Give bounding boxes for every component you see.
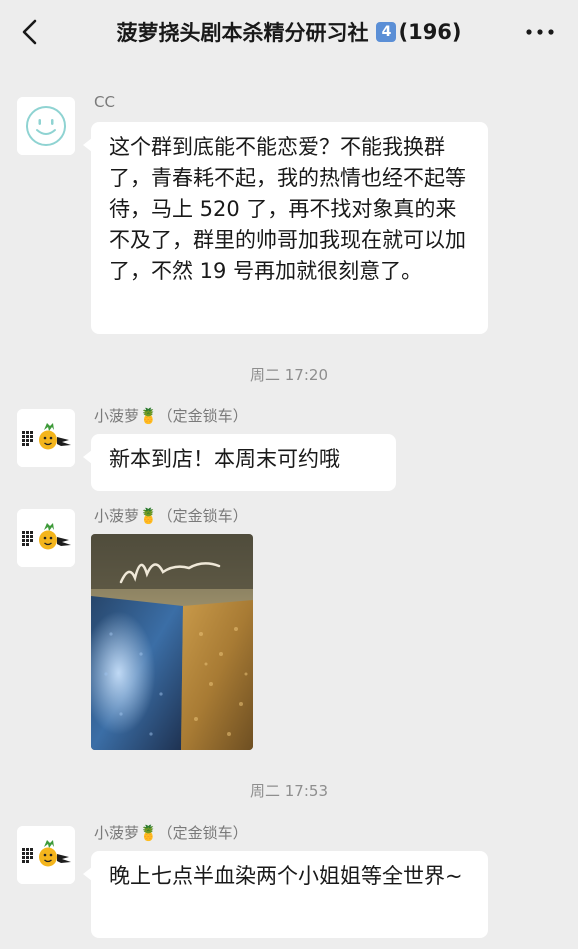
sender-name: 小菠萝🍍（定金锁车） bbox=[94, 407, 248, 425]
timestamp: 周二 17:20 bbox=[250, 366, 328, 384]
sender-name: 小菠萝🍍（定金锁车） bbox=[94, 507, 248, 525]
image-message[interactable] bbox=[91, 534, 253, 750]
more-options-button[interactable] bbox=[522, 16, 558, 48]
chat-title-group: 菠萝挠头剧本杀精分研习社 4 (196) bbox=[70, 0, 508, 64]
avatar-shop[interactable] bbox=[17, 409, 75, 467]
sender-name: CC bbox=[94, 93, 115, 111]
avatar-shop[interactable] bbox=[17, 509, 75, 567]
message-bubble[interactable]: 晚上七点半血染两个小姐姐等全世界~ bbox=[83, 851, 488, 938]
ellipsis-icon bbox=[526, 29, 554, 35]
message-bubble[interactable]: 这个群到底能不能恋爱？不能我换群了，青春耗不起，我的热情也经不起等待，马上 52… bbox=[83, 122, 488, 334]
sender-name: 小菠萝🍍（定金锁车） bbox=[94, 824, 248, 842]
group-name: 菠萝挠头剧本杀精分研习社 bbox=[116, 21, 369, 45]
avatar-shop[interactable] bbox=[17, 826, 75, 884]
member-count: (196) bbox=[398, 20, 462, 44]
pineapple-logo-avatar bbox=[17, 409, 75, 467]
script-box-photo bbox=[91, 534, 253, 750]
avatar-cc[interactable] bbox=[17, 97, 75, 155]
chevron-left-icon bbox=[22, 19, 37, 45]
timestamp: 周二 17:53 bbox=[250, 782, 328, 800]
smiley-avatar bbox=[17, 97, 75, 155]
message-bubble[interactable]: 新本到店！本周末可约哦 bbox=[83, 434, 396, 491]
pineapple-logo-avatar bbox=[17, 509, 75, 567]
pineapple-logo-avatar bbox=[17, 826, 75, 884]
group-badge: 4 bbox=[376, 22, 397, 42]
chat-header: 菠萝挠头剧本杀精分研习社 4 (196) bbox=[0, 0, 578, 64]
back-button[interactable] bbox=[14, 16, 46, 48]
